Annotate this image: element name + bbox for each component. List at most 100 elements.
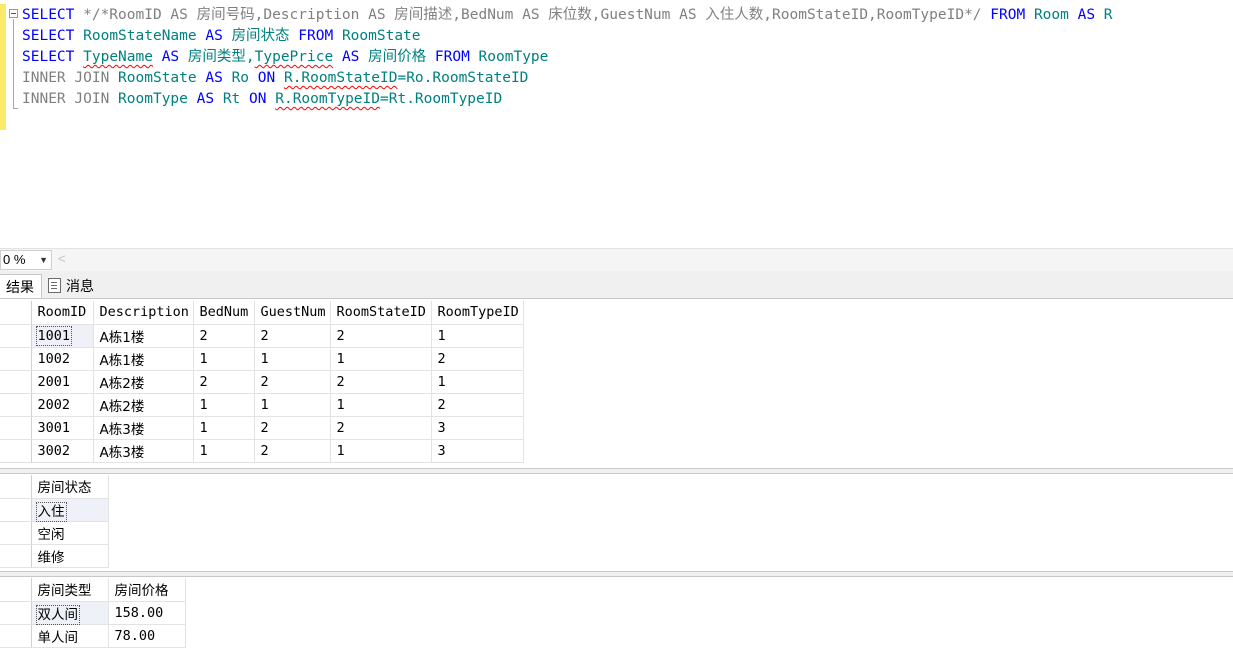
row-header[interactable] (0, 370, 32, 394)
sql-editor[interactable]: SELECT */*RoomID AS 房间号码,Description AS … (0, 0, 1233, 248)
row-header[interactable] (0, 521, 32, 545)
table-cell[interactable]: 2 (254, 416, 331, 440)
table-row[interactable]: 入住 (0, 498, 109, 522)
table-cell[interactable]: A栋2楼 (93, 370, 194, 394)
code-line-3[interactable]: SELECT TypeName AS 房间类型,TypePrice AS 房间价… (22, 47, 548, 67)
tab-messages[interactable]: 消息 (44, 274, 104, 298)
row-header[interactable] (0, 601, 32, 625)
column-header[interactable]: RoomStateID (330, 301, 432, 325)
table-cell[interactable]: 1 (431, 370, 524, 394)
code-line-5[interactable]: INNER JOIN RoomType AS Rt ON R.RoomTypeI… (22, 89, 502, 109)
column-header[interactable]: GuestNum (254, 301, 331, 325)
column-header[interactable]: 房间类型 (31, 578, 109, 602)
table-cell[interactable]: 2 (254, 324, 331, 348)
table-cell[interactable]: A栋1楼 (93, 347, 194, 371)
table-row[interactable]: 双人间 158.00 (0, 601, 186, 625)
column-header[interactable]: RoomID (31, 301, 94, 325)
scroll-left-icon[interactable]: < (58, 250, 66, 268)
results-splitter[interactable] (0, 571, 1233, 577)
column-header[interactable]: 房间价格 (108, 578, 186, 602)
table-cell[interactable]: 2 (330, 324, 432, 348)
code-line-4[interactable]: INNER JOIN RoomState AS Ro ON R.RoomStat… (22, 68, 528, 88)
row-header[interactable] (0, 347, 32, 371)
table-cell[interactable]: 2 (254, 370, 331, 394)
results-grid-room-state[interactable]: 房间状态 入住 空闲 维修 (0, 475, 109, 568)
table-cell[interactable]: 1 (330, 393, 432, 417)
table-cell[interactable]: 1002 (31, 347, 94, 371)
row-header[interactable] (0, 624, 32, 648)
table-row[interactable]: 2001 A栋2楼 2 2 2 1 (0, 370, 524, 394)
row-header-corner[interactable] (0, 578, 32, 602)
tab-results[interactable]: 结果 (0, 274, 42, 298)
results-splitter[interactable] (0, 468, 1233, 474)
results-grid-rooms[interactable]: RoomID Description BedNum GuestNum RoomState… (0, 301, 524, 463)
table-cell[interactable]: A栋1楼 (93, 324, 194, 348)
table-row[interactable]: 3001 A栋3楼 1 2 2 3 (0, 416, 524, 440)
row-header[interactable] (0, 498, 32, 522)
results-grid-room-type[interactable]: 房间类型 房间价格 双人间 158.00 单人间 78.00 (0, 578, 186, 648)
table-cell[interactable]: 1 (254, 347, 331, 371)
keyword: AS (161, 49, 180, 65)
table-cell[interactable]: 单人间 (31, 624, 109, 648)
table-row[interactable]: 单人间 78.00 (0, 624, 186, 648)
cell-value: 2 (260, 327, 269, 344)
table-row[interactable]: 2002 A栋2楼 1 1 1 2 (0, 393, 524, 417)
row-header[interactable] (0, 416, 32, 440)
row-header[interactable] (0, 439, 32, 463)
table-cell[interactable]: 3002 (31, 439, 94, 463)
keyword: AS (205, 28, 223, 44)
table-cell[interactable]: 1 (193, 439, 255, 463)
table-row[interactable]: 维修 (0, 544, 109, 568)
table-row[interactable]: 空闲 (0, 521, 109, 545)
code-line-2[interactable]: SELECT RoomStateName AS 房间状态 FROM RoomSt… (22, 26, 421, 46)
tab-messages-label: 消息 (66, 278, 94, 294)
zoom-dropdown[interactable]: 0 % ▼ (0, 250, 52, 270)
table-row[interactable]: 3002 A栋3楼 1 2 1 3 (0, 439, 524, 463)
row-header[interactable] (0, 544, 32, 568)
table-row[interactable]: 1002 A栋1楼 1 1 1 2 (0, 347, 524, 371)
table-cell[interactable]: 2 (330, 416, 432, 440)
row-header-corner[interactable] (0, 475, 32, 499)
table-cell[interactable]: 2002 (31, 393, 94, 417)
table-cell[interactable]: 1 (330, 439, 432, 463)
table-cell[interactable]: 158.00 (108, 601, 186, 625)
row-header[interactable] (0, 393, 32, 417)
table-row[interactable]: 1001 A栋1楼 2 2 2 1 (0, 324, 524, 348)
table-cell[interactable]: 1 (193, 347, 255, 371)
column-header[interactable]: BedNum (193, 301, 255, 325)
table-cell[interactable]: 3001 (31, 416, 94, 440)
table-cell[interactable]: 2 (330, 370, 432, 394)
table-cell[interactable]: A栋3楼 (93, 439, 194, 463)
table-cell[interactable]: 2 (254, 439, 331, 463)
cell-value: 2 (260, 442, 269, 459)
table-cell[interactable]: 双人间 (31, 601, 109, 625)
table-cell[interactable]: 3 (431, 439, 524, 463)
table-cell[interactable]: 3 (431, 416, 524, 440)
table-cell[interactable]: 2 (431, 347, 524, 371)
table-cell[interactable]: 1 (330, 347, 432, 371)
table-cell[interactable]: 1 (193, 416, 255, 440)
table-cell[interactable]: 2001 (31, 370, 94, 394)
table-cell[interactable]: A栋2楼 (93, 393, 194, 417)
table-cell[interactable]: 2 (431, 393, 524, 417)
table-cell[interactable]: 78.00 (108, 624, 186, 648)
table-cell[interactable]: 空闲 (31, 521, 109, 545)
table-cell[interactable]: 维修 (31, 544, 109, 568)
column-header[interactable]: 房间状态 (31, 475, 109, 499)
table-cell[interactable]: 1 (193, 393, 255, 417)
row-header-corner[interactable] (0, 301, 32, 325)
collapse-toggle-icon[interactable] (9, 9, 18, 18)
table-cell[interactable]: 1 (431, 324, 524, 348)
table-cell[interactable]: 入住 (31, 498, 109, 522)
code-line-1[interactable]: SELECT */*RoomID AS 房间号码,Description AS … (22, 5, 1113, 25)
table-cell[interactable]: 1 (254, 393, 331, 417)
row-header[interactable] (0, 324, 32, 348)
column-header[interactable]: Description (93, 301, 194, 325)
table-cell[interactable]: 1001 (31, 324, 94, 348)
table-cell[interactable]: A栋3楼 (93, 416, 194, 440)
cell-value: A栋2楼 (99, 398, 145, 415)
table-cell[interactable]: 2 (193, 370, 255, 394)
table-cell[interactable]: 2 (193, 324, 255, 348)
column-header[interactable]: RoomTypeID (431, 301, 524, 325)
